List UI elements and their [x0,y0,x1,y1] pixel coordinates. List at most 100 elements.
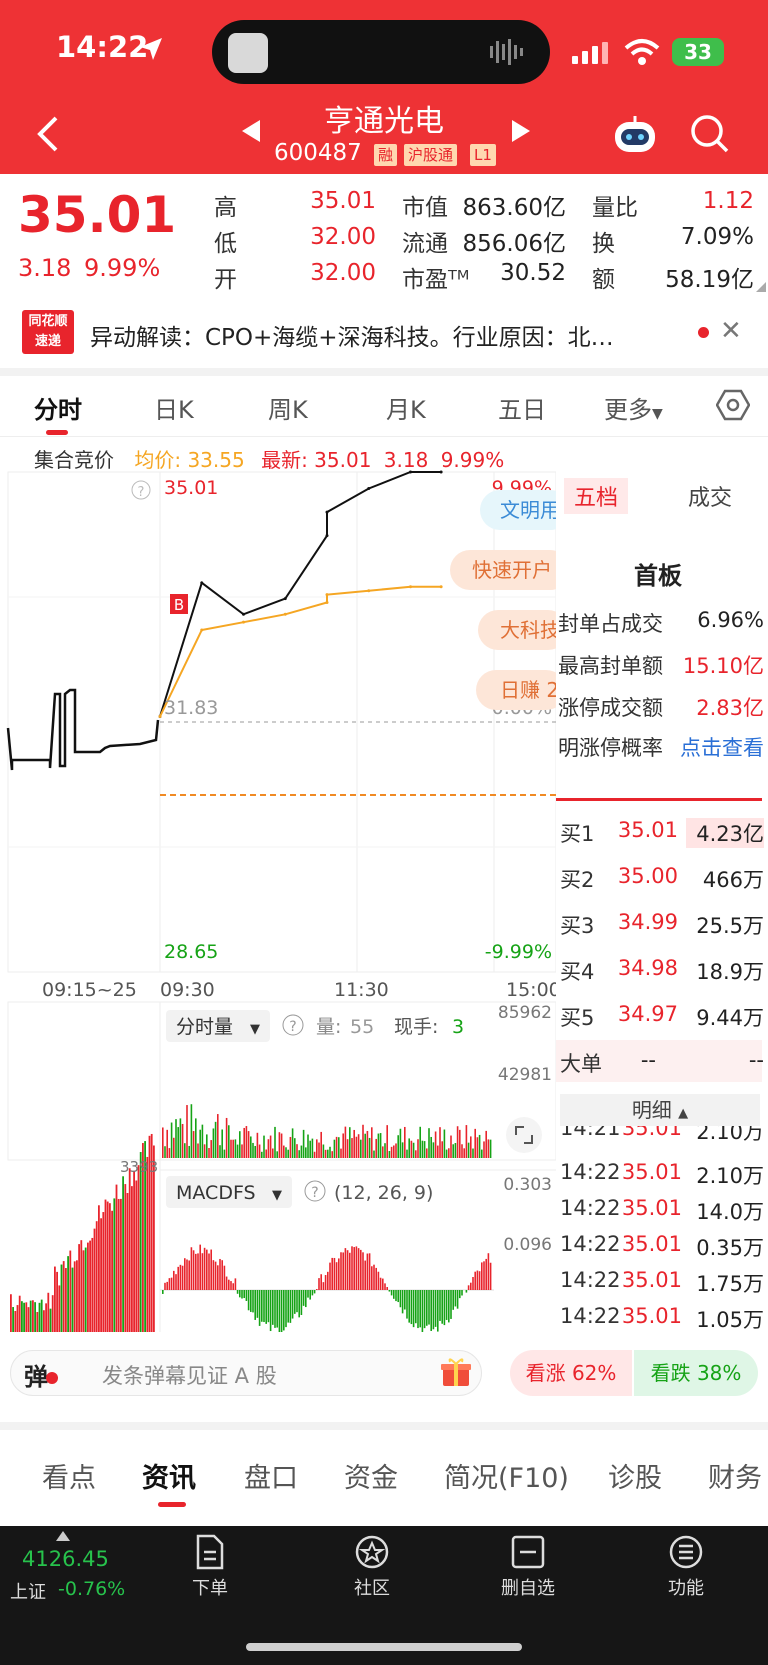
macd-caret-icon: ▼ [272,1188,282,1203]
macd-max: 0.303 [503,1175,552,1195]
macd-bar [349,1252,351,1290]
nav-functions[interactable]: 功能 [646,1534,726,1600]
volume-bar [254,1145,256,1158]
bid-vol-4: 18.9万 [696,960,764,984]
settings-hexagon-icon[interactable] [716,388,750,422]
tab-order-book[interactable]: 盘口 [244,1456,298,1495]
tab-five-levels[interactable]: 五档 [564,478,629,514]
volume-bar [349,1127,351,1158]
tab-weekly-k[interactable]: 周K [268,390,308,425]
macd-bar [256,1290,259,1318]
volume-bar [190,1104,193,1158]
detail-price-0: 35.01 [621,1126,682,1140]
check-probability-link[interactable]: 点击查看 [656,732,764,762]
auction-volume-bar [51,1295,54,1332]
volume-bar [219,1145,221,1158]
tab-five-day[interactable]: 五日 [498,390,546,425]
close-icon[interactable]: ✕ [720,316,742,346]
detail-time-1: 14:22 [560,1160,621,1184]
volume-bar [263,1135,265,1158]
search-icon[interactable] [690,114,730,154]
auction-volume-bar [18,1295,21,1332]
auction-volume-bar [16,1305,19,1332]
volume-bar [470,1136,472,1158]
tab-news[interactable]: 资讯 [142,1456,196,1495]
index-pct[interactable]: -0.76% [58,1578,125,1600]
tab-daily-k[interactable]: 日K [154,390,194,425]
intraday-chart[interactable]: 35.01 9.99% 31.83 0.00% 28.65 -9.99% ? B… [0,470,556,1332]
macd-bar [353,1247,355,1290]
tab-monthly-k[interactable]: 月K [386,390,426,425]
nav-remove-watchlist[interactable]: 删自选 [488,1534,568,1600]
tab-funds[interactable]: 资金 [344,1456,398,1495]
volume-bar [166,1129,168,1158]
time-label-open: 09:30 [160,979,215,1001]
prev-stock-button[interactable] [240,118,262,144]
bid-price-2: 35.00 [617,864,678,888]
volume-bar [408,1138,410,1158]
bid-label-4: 买4 [560,960,595,984]
macd-bar [245,1290,248,1301]
detail-toggle[interactable]: 明细 ▲ [560,1094,760,1126]
danmu-icon[interactable]: 弹 [24,1357,48,1392]
nav-order[interactable]: 下单 [170,1534,250,1600]
macd-bar [419,1290,421,1328]
macd-bar [406,1290,408,1319]
series-point [200,628,204,632]
volume-bar [452,1144,454,1158]
detail-vol-3: 0.35万 [696,1236,764,1260]
gift-icon[interactable] [440,1356,472,1388]
tab-diagnose[interactable]: 诊股 [608,1456,662,1495]
tab-finance[interactable]: 财务 [708,1456,768,1495]
fullscreen-button[interactable] [506,1117,542,1153]
volume-bar [474,1128,476,1158]
auction-volume-bar [93,1228,96,1332]
tab-more[interactable]: 更多▼ [604,390,663,425]
volume-bar [294,1138,296,1158]
volume-bar [401,1142,404,1158]
tab-highlights[interactable]: 看点 [42,1456,96,1495]
expand-corner-icon[interactable] [756,282,766,292]
auction-volume-bar [49,1308,52,1332]
volume-bar [320,1131,322,1158]
volume-bar [331,1151,333,1158]
index-up-arrow-icon [56,1531,70,1541]
stat-label-3: 涨停成交额 [558,696,663,720]
macd-bar [173,1270,175,1290]
volume-bar [217,1114,219,1158]
nav-functions-label: 功能 [668,1578,704,1599]
macd-bar [181,1265,184,1290]
stock-code: 600487 [274,140,362,166]
back-button[interactable] [34,112,64,156]
macd-bar [439,1290,441,1321]
news-text[interactable]: 异动解读：CPO+海缆+深海科技。行业原因：北… [90,318,670,352]
tab-profile[interactable]: 简况(F10) [444,1456,569,1495]
nav-community[interactable]: 社区 [332,1534,412,1600]
tab-intraday[interactable]: 分时 [34,390,82,425]
vote-fall-button[interactable]: 看跌 38% [634,1350,758,1396]
macd-bar [309,1290,311,1300]
volume-mid: 42981 [498,1065,552,1085]
volume-bar [476,1137,479,1158]
macd-bar [428,1290,430,1325]
volume-bar [412,1142,415,1158]
vote-rise-button[interactable]: 看涨 62% [510,1350,632,1396]
tab-trades[interactable]: 成交 [688,480,732,512]
macd-bar [485,1258,487,1290]
volume-bar [423,1141,426,1158]
volume-bar [267,1139,270,1158]
detail-vol-1: 2.10万 [696,1164,764,1188]
macd-bar [320,1274,322,1290]
next-stock-button[interactable] [510,118,532,144]
battery-indicator: 33 [672,38,724,66]
macd-bar [432,1290,435,1330]
bid-price-5: 34.97 [617,1002,678,1026]
index-value[interactable]: 4126.45 [22,1547,109,1571]
macd-bar [434,1290,437,1327]
robot-assistant-icon[interactable] [612,114,658,154]
volume-bar [355,1136,358,1158]
volume-bar [404,1126,406,1158]
stat-label-1: 封单占成交 [558,612,663,636]
volume-bar [197,1143,199,1158]
index-name[interactable]: 上证 [10,1578,46,1604]
